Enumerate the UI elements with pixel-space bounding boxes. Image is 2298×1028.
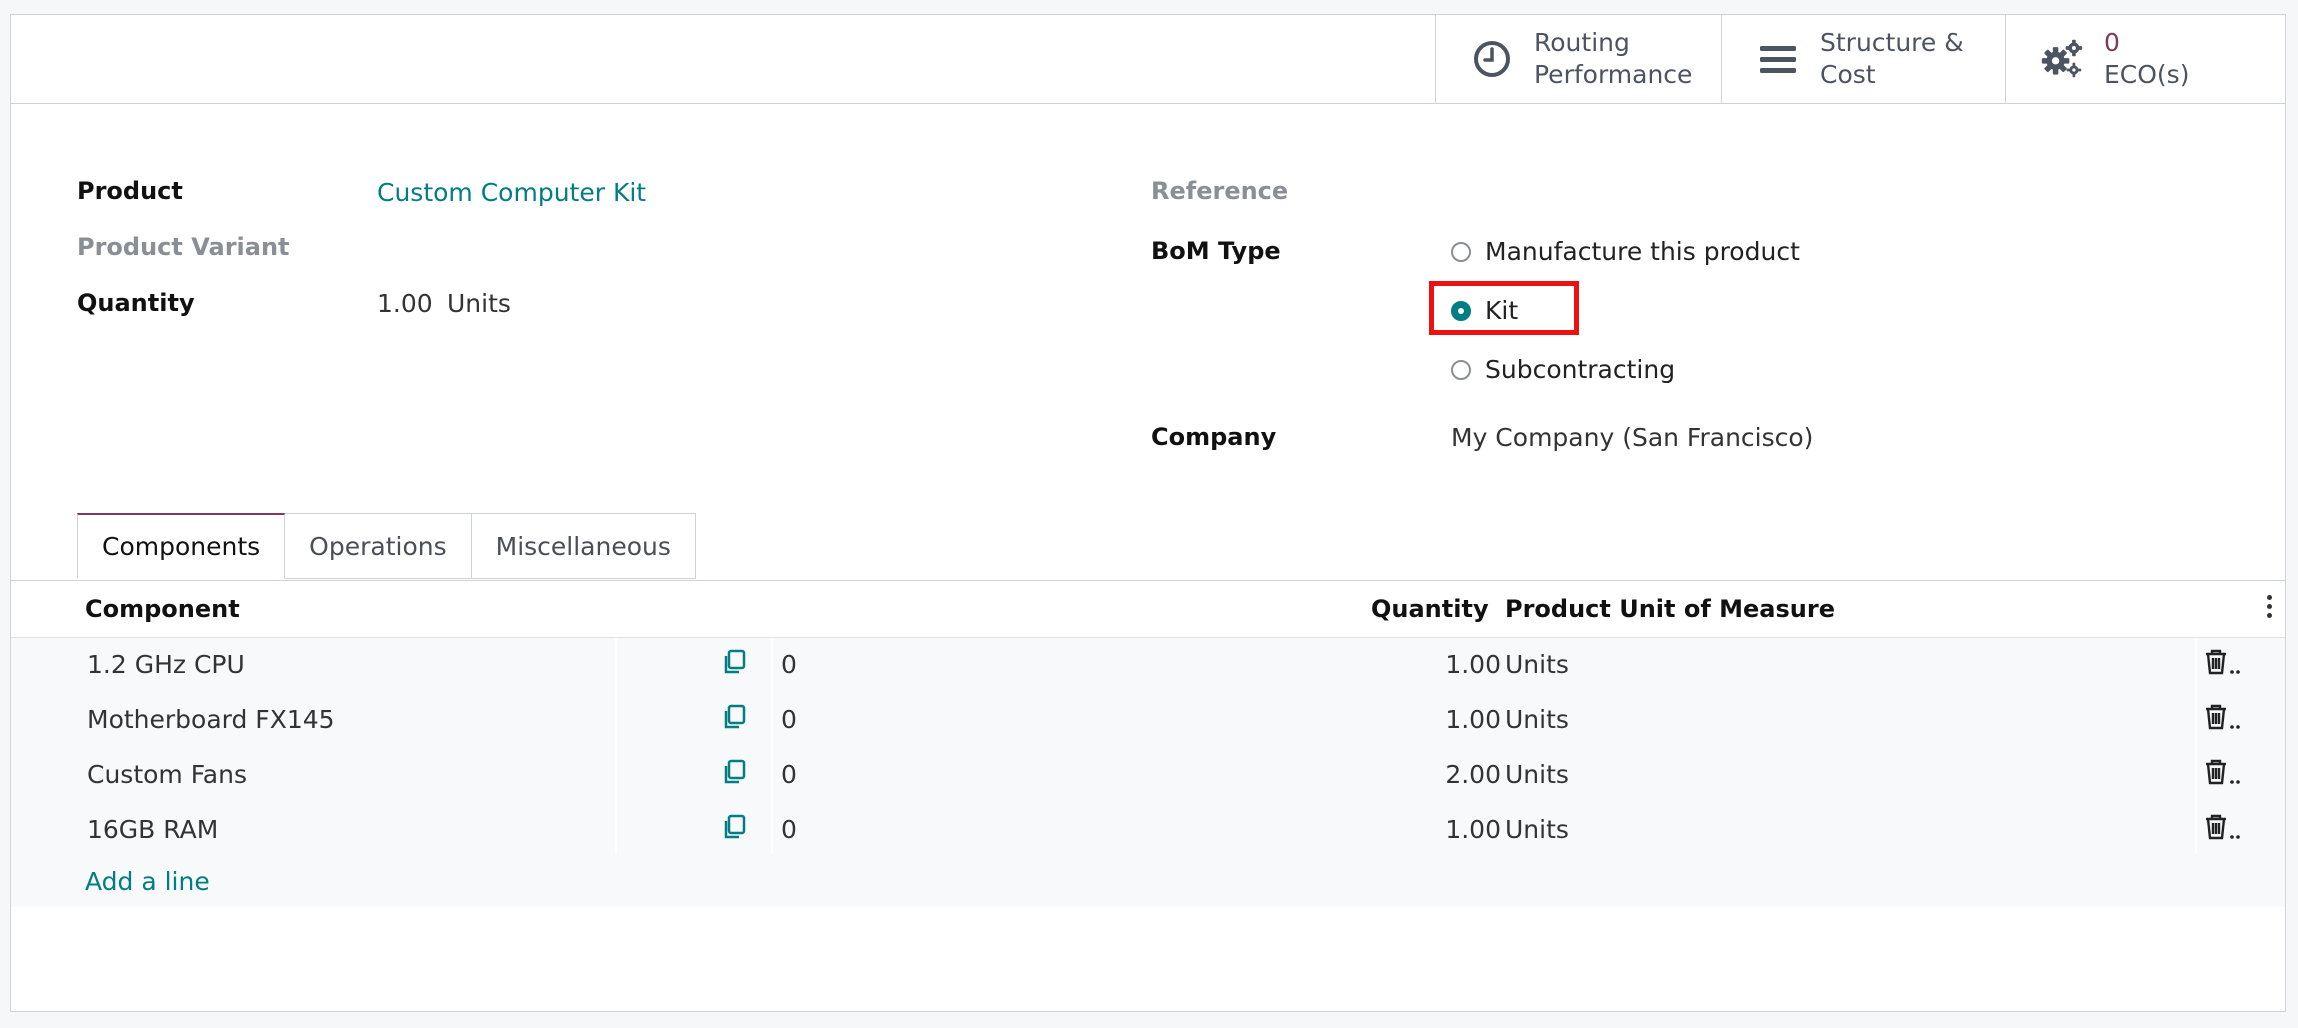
reference-label: Reference bbox=[1151, 177, 1289, 205]
row-component[interactable]: 16GB RAM bbox=[87, 815, 218, 844]
product-variant-label: Product Variant bbox=[77, 233, 290, 261]
table-row[interactable]: Motherboard FX145 0 1.00 Units bbox=[11, 693, 2285, 749]
smart-button-bar: Routing Performance Structure & Cost 0 E… bbox=[11, 15, 2285, 104]
radio-unchecked-icon[interactable] bbox=[1451, 241, 1471, 262]
kit-highlight-box bbox=[1429, 281, 1579, 335]
row-component[interactable]: Custom Fans bbox=[87, 760, 247, 789]
column-header-component[interactable]: Component bbox=[85, 595, 240, 623]
quantity-uom-field[interactable]: Units bbox=[447, 289, 511, 318]
row-quantity[interactable]: 1.00 bbox=[1391, 815, 1501, 844]
tab-operations[interactable]: Operations bbox=[285, 513, 472, 579]
form-sheet: Routing Performance Structure & Cost 0 E… bbox=[10, 14, 2286, 1012]
company-label: Company bbox=[1151, 423, 1277, 451]
add-line-row bbox=[11, 853, 2285, 907]
structure-cost-button[interactable]: Structure & Cost bbox=[1721, 15, 2005, 103]
bom-type-manufacture-option[interactable]: Manufacture this product bbox=[1451, 237, 1800, 266]
copy-icon[interactable] bbox=[721, 703, 749, 737]
row-uom[interactable]: Units bbox=[1505, 705, 1569, 734]
tab-components[interactable]: Components bbox=[77, 513, 286, 579]
copy-icon[interactable] bbox=[721, 813, 749, 847]
routing-performance-button[interactable]: Routing Performance bbox=[1435, 15, 1721, 103]
bom-type-label: BoM Type bbox=[1151, 237, 1281, 265]
add-line-link[interactable]: Add a line bbox=[85, 867, 210, 896]
table-row[interactable]: 1.2 GHz CPU 0 1.00 Units bbox=[11, 638, 2285, 694]
routing-line2: Performance bbox=[1534, 60, 1693, 89]
row-count: 0 bbox=[781, 815, 797, 844]
copy-icon[interactable] bbox=[721, 758, 749, 792]
trash-icon[interactable] bbox=[2203, 648, 2247, 682]
row-count: 0 bbox=[781, 760, 797, 789]
bom-type-subcontracting-option[interactable]: Subcontracting bbox=[1451, 355, 1675, 384]
bom-type-subcontracting-label: Subcontracting bbox=[1485, 355, 1676, 384]
row-quantity[interactable]: 2.00 bbox=[1391, 760, 1501, 789]
gears-icon bbox=[2040, 37, 2084, 81]
trash-icon[interactable] bbox=[2203, 703, 2247, 737]
eco-count: 0 bbox=[2104, 28, 2120, 57]
row-component[interactable]: 1.2 GHz CPU bbox=[87, 650, 245, 679]
product-label: Product bbox=[77, 177, 183, 205]
row-component[interactable]: Motherboard FX145 bbox=[87, 705, 335, 734]
column-header-quantity[interactable]: Quantity bbox=[1371, 595, 1489, 623]
copy-icon[interactable] bbox=[721, 648, 749, 682]
structure-line2: Cost bbox=[1820, 60, 1876, 89]
structure-line1: Structure & bbox=[1820, 28, 1964, 57]
optional-columns-menu-icon[interactable] bbox=[2267, 595, 2273, 619]
quantity-label: Quantity bbox=[77, 289, 195, 317]
row-count: 0 bbox=[781, 650, 797, 679]
eco-button[interactable]: 0 ECO(s) bbox=[2005, 15, 2285, 103]
tab-miscellaneous[interactable]: Miscellaneous bbox=[471, 513, 696, 579]
bom-type-manufacture-label: Manufacture this product bbox=[1485, 237, 1800, 266]
eco-label: ECO(s) bbox=[2104, 60, 2190, 89]
row-quantity[interactable]: 1.00 bbox=[1391, 650, 1501, 679]
table-row[interactable]: 16GB RAM 0 1.00 Units bbox=[11, 803, 2285, 859]
radio-unchecked-icon[interactable] bbox=[1451, 359, 1471, 380]
column-header-uom[interactable]: Product Unit of Measure bbox=[1505, 595, 1835, 623]
components-table-header: Component Quantity Product Unit of Measu… bbox=[11, 581, 2285, 638]
routing-line1: Routing bbox=[1534, 28, 1630, 57]
row-quantity[interactable]: 1.00 bbox=[1391, 705, 1501, 734]
row-uom[interactable]: Units bbox=[1505, 815, 1569, 844]
quantity-field[interactable]: 1.00 bbox=[377, 289, 433, 318]
company-field[interactable]: My Company (San Francisco) bbox=[1451, 423, 1813, 452]
trash-icon[interactable] bbox=[2203, 813, 2247, 847]
notebook-tabs: Components Operations Miscellaneous bbox=[77, 513, 696, 579]
table-row[interactable]: Custom Fans 0 2.00 Units bbox=[11, 748, 2285, 804]
clock-icon bbox=[1470, 37, 1514, 81]
bars-icon bbox=[1756, 37, 1800, 81]
trash-icon[interactable] bbox=[2203, 758, 2247, 792]
product-field[interactable]: Custom Computer Kit bbox=[377, 178, 646, 207]
row-uom[interactable]: Units bbox=[1505, 760, 1569, 789]
row-uom[interactable]: Units bbox=[1505, 650, 1569, 679]
row-count: 0 bbox=[781, 705, 797, 734]
